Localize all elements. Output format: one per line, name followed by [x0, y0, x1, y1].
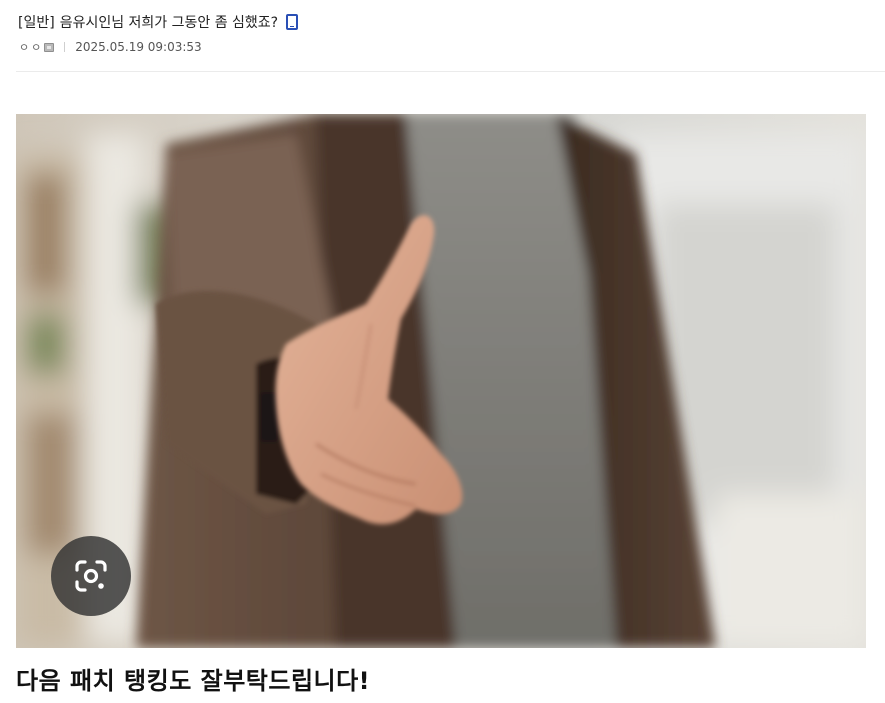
post-image[interactable]: [16, 114, 866, 648]
fixed-nick-icon: [44, 42, 55, 52]
author-nickname[interactable]: ㅇㅇ: [19, 39, 43, 55]
mobile-phone-icon: [286, 14, 299, 30]
post-meta: ㅇㅇ 2025.05.19 09:03:53: [19, 38, 202, 56]
post-category[interactable]: [일반]: [18, 12, 55, 32]
post-title-row: [일반] 음유시인님 저희가 그동안 좀 심했죠?: [18, 11, 299, 33]
meta-divider: [64, 42, 66, 52]
post-header: [일반] 음유시인님 저희가 그동안 좀 심했죠? ㅇㅇ 2025.05.19 …: [16, 0, 885, 72]
google-lens-icon: [75, 560, 107, 592]
google-lens-button[interactable]: [51, 536, 131, 616]
post-title: 음유시인님 저희가 그동안 좀 심했죠?: [59, 15, 279, 31]
handshake-photo: [16, 114, 866, 648]
post-body-text: 다음 패치 탱킹도 잘부탁드립니다!: [16, 667, 371, 695]
post-date: 2025.05.19 09:03:53: [75, 40, 202, 54]
